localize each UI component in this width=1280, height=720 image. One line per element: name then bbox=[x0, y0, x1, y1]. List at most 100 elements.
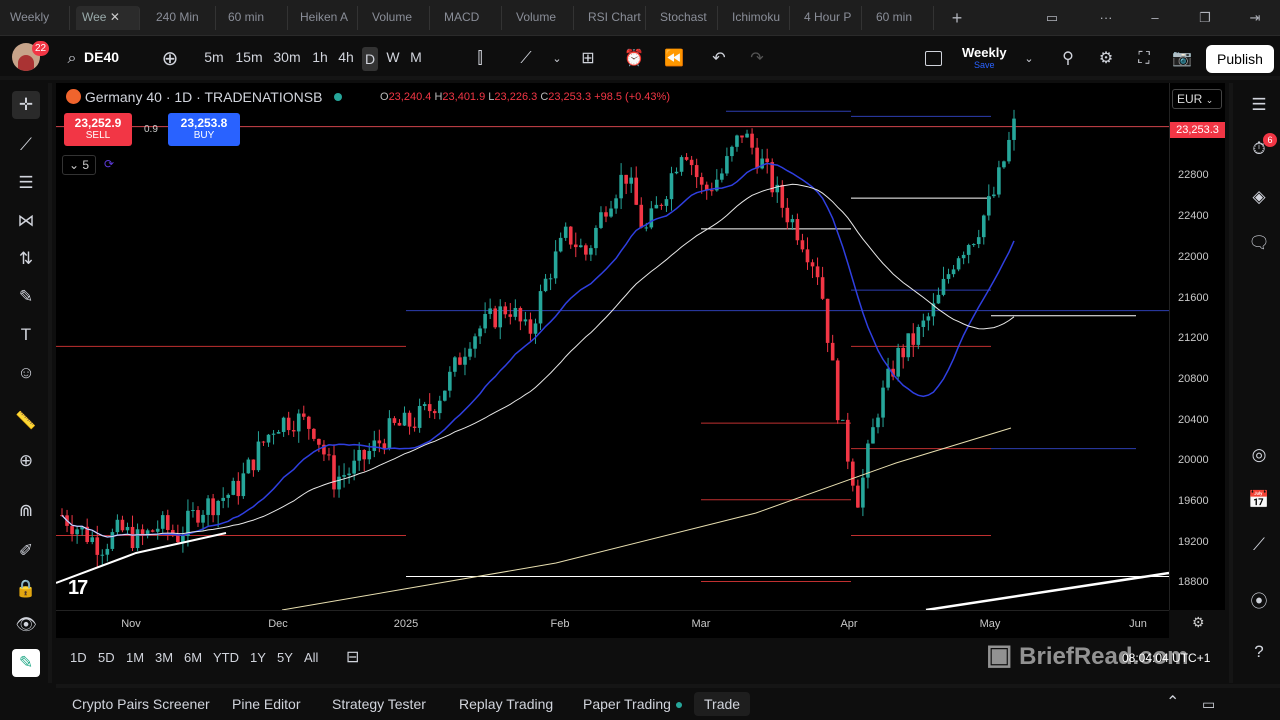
tab-strategy-tester[interactable]: Strategy Tester bbox=[332, 696, 426, 712]
layout-tab[interactable]: 240 Min bbox=[150, 6, 216, 30]
layout-tab[interactable]: Stochast bbox=[654, 6, 718, 30]
range-3m[interactable]: 3M bbox=[155, 650, 173, 665]
range-all[interactable]: All bbox=[304, 650, 318, 665]
tab-paper-trading[interactable]: Paper Trading ● bbox=[583, 696, 683, 712]
settings-icon[interactable]: ⚙ bbox=[1094, 47, 1118, 71]
symbol-legend[interactable]: Germany 40 · 1D · TRADENATIONSB bbox=[66, 89, 343, 105]
templates-icon[interactable]: ⊞ bbox=[576, 47, 600, 71]
axis-settings-icon[interactable]: ⚙ bbox=[1192, 614, 1205, 631]
chart-pane[interactable]: Germany 40 · 1D · TRADENATIONSB O23,240.… bbox=[56, 83, 1169, 610]
price-chart-svg[interactable] bbox=[56, 83, 1169, 610]
chevron-down-icon[interactable]: ⌄ bbox=[1017, 47, 1041, 71]
lock-icon[interactable]: 🔒 bbox=[12, 575, 40, 603]
layout-save-label[interactable]: Save bbox=[974, 60, 995, 70]
tab-replay-trading[interactable]: Replay Trading bbox=[459, 696, 553, 712]
search-icon[interactable]: ⌕ bbox=[60, 47, 84, 71]
layout-tab-active[interactable]: Wee ✕ bbox=[76, 6, 140, 30]
brush-icon[interactable]: ✎ bbox=[12, 283, 40, 311]
pattern-icon[interactable]: ⋈ bbox=[12, 207, 40, 235]
visibility-icon[interactable]: 👁 bbox=[12, 611, 40, 639]
range-1y[interactable]: 1Y bbox=[250, 650, 266, 665]
candle-body bbox=[417, 405, 422, 428]
currency-selector[interactable]: EUR ⌄ bbox=[1172, 89, 1222, 109]
tab-crypto-screener[interactable]: Crypto Pairs Screener bbox=[72, 696, 210, 712]
chevron-up-icon[interactable]: ⌃ bbox=[1166, 692, 1179, 712]
time-axis[interactable]: Nov Dec 2025 Feb Mar Apr May Jun bbox=[56, 610, 1169, 638]
range-6m[interactable]: 6M bbox=[184, 650, 202, 665]
layout-tab[interactable]: Volume bbox=[366, 6, 430, 30]
replay-icon[interactable]: ⏪ bbox=[662, 47, 686, 71]
text-icon[interactable]: T bbox=[12, 321, 40, 349]
range-1d[interactable]: 1D bbox=[70, 650, 87, 665]
favorite-drawing-icon[interactable]: ✎ bbox=[12, 649, 40, 677]
help-icon[interactable]: ? bbox=[1245, 638, 1273, 666]
layout-tab[interactable]: Volume bbox=[510, 6, 574, 30]
range-5d[interactable]: 5D bbox=[98, 650, 115, 665]
redo-icon[interactable]: ↷ bbox=[745, 47, 769, 71]
lock-drawing-icon[interactable]: ✐ bbox=[12, 537, 40, 565]
layout-tab[interactable]: RSI Chart bbox=[582, 6, 646, 30]
exit-icon[interactable]: ⇥ bbox=[1244, 6, 1266, 30]
price-axis[interactable]: EUR ⌄ 23,253.3 22800 22400 22000 21600 2… bbox=[1169, 83, 1225, 610]
layout-name[interactable]: Weekly bbox=[962, 45, 1007, 60]
emoji-icon[interactable]: ☺ bbox=[12, 359, 40, 387]
camera-icon[interactable]: 📷 bbox=[1170, 47, 1194, 71]
more-icon[interactable]: ··· bbox=[1092, 6, 1120, 30]
fib-icon[interactable]: ☰ bbox=[12, 169, 40, 197]
layout-tab[interactable]: 60 min bbox=[870, 6, 934, 30]
sell-button[interactable]: 23,252.9 SELL bbox=[64, 113, 132, 146]
alert-icon[interactable]: ⏰ bbox=[622, 47, 646, 71]
trendline-icon[interactable]: ⟋ bbox=[12, 131, 40, 159]
range-ytd[interactable]: YTD bbox=[213, 650, 239, 665]
tab-trade[interactable]: Trade bbox=[694, 692, 751, 716]
publish-button[interactable]: Publish bbox=[1206, 45, 1274, 73]
zoom-icon[interactable]: ⊕ bbox=[12, 447, 40, 475]
window-layout-icon[interactable]: ▭ bbox=[1038, 6, 1066, 30]
minimize-icon[interactable]: – bbox=[1144, 6, 1166, 30]
ruler-icon[interactable]: 📏 bbox=[12, 407, 40, 435]
layers-icon[interactable]: ◈ bbox=[1245, 183, 1273, 211]
clock[interactable]: 08:04:04 UTC+1 bbox=[1122, 651, 1210, 665]
timeframe-m[interactable]: M bbox=[403, 49, 429, 65]
range-1m[interactable]: 1M bbox=[126, 650, 144, 665]
restore-icon[interactable]: ❐ bbox=[1194, 6, 1216, 30]
layout-tab[interactable]: 60 min bbox=[222, 6, 288, 30]
compare-symbol-icon[interactable]: ⊕ bbox=[158, 47, 182, 71]
target-icon[interactable]: ◎ bbox=[1245, 441, 1273, 469]
watchlist-icon[interactable]: ☰ bbox=[1245, 91, 1273, 119]
forecast-icon[interactable]: ⇅ bbox=[12, 245, 40, 273]
chevron-down-icon[interactable]: ⌄ bbox=[545, 47, 569, 71]
layout-tab[interactable]: Ichimoku bbox=[726, 6, 790, 30]
layout-tab[interactable]: Heiken A bbox=[294, 6, 358, 30]
close-icon[interactable]: ✕ bbox=[110, 10, 120, 24]
calendar-icon[interactable]: 📅 bbox=[1245, 486, 1273, 514]
layout-box-icon[interactable] bbox=[925, 51, 942, 66]
buy-button[interactable]: 23,253.8 BUY bbox=[168, 113, 240, 146]
quick-search-icon[interactable]: ⚲ bbox=[1056, 47, 1080, 71]
layout-tab[interactable]: 4 Hour P bbox=[798, 6, 862, 30]
timeframe-4h[interactable]: 4h bbox=[333, 49, 359, 65]
magnet-icon[interactable]: ⋒ bbox=[12, 497, 40, 525]
maximize-panel-icon[interactable]: ▭ bbox=[1202, 696, 1215, 713]
timeframe-30m[interactable]: 30m bbox=[272, 49, 302, 65]
new-tab-icon[interactable]: + bbox=[946, 6, 968, 30]
chat-icon[interactable]: 🗨 bbox=[1245, 229, 1273, 257]
candle-type-icon[interactable]: ⫿ bbox=[468, 47, 492, 71]
indicators-collapse[interactable]: ⌄ 5 bbox=[62, 155, 97, 175]
timeframe-15m[interactable]: 15m bbox=[234, 49, 264, 65]
goto-date-icon[interactable]: ⊟ bbox=[346, 647, 359, 667]
pine-icon[interactable]: ⟋ bbox=[1245, 531, 1273, 559]
layout-tab[interactable]: MACD bbox=[438, 6, 502, 30]
timeframe-1h[interactable]: 1h bbox=[307, 49, 333, 65]
range-5y[interactable]: 5Y bbox=[277, 650, 293, 665]
tab-pine-editor[interactable]: Pine Editor bbox=[232, 696, 300, 712]
layout-tab[interactable]: Weekly bbox=[4, 6, 70, 30]
timeframe-d[interactable]: D bbox=[362, 47, 378, 71]
undo-icon[interactable]: ↶ bbox=[707, 47, 731, 71]
timeframe-5m[interactable]: 5m bbox=[201, 49, 227, 65]
symbol-search[interactable]: DE40 bbox=[84, 49, 119, 65]
indicators-icon[interactable]: ⟋ bbox=[514, 47, 538, 71]
signal-icon[interactable]: ⦿ bbox=[1245, 588, 1273, 616]
crosshair-icon[interactable]: ✛ bbox=[12, 91, 40, 119]
fullscreen-icon[interactable]: ⛶ bbox=[1132, 47, 1156, 71]
